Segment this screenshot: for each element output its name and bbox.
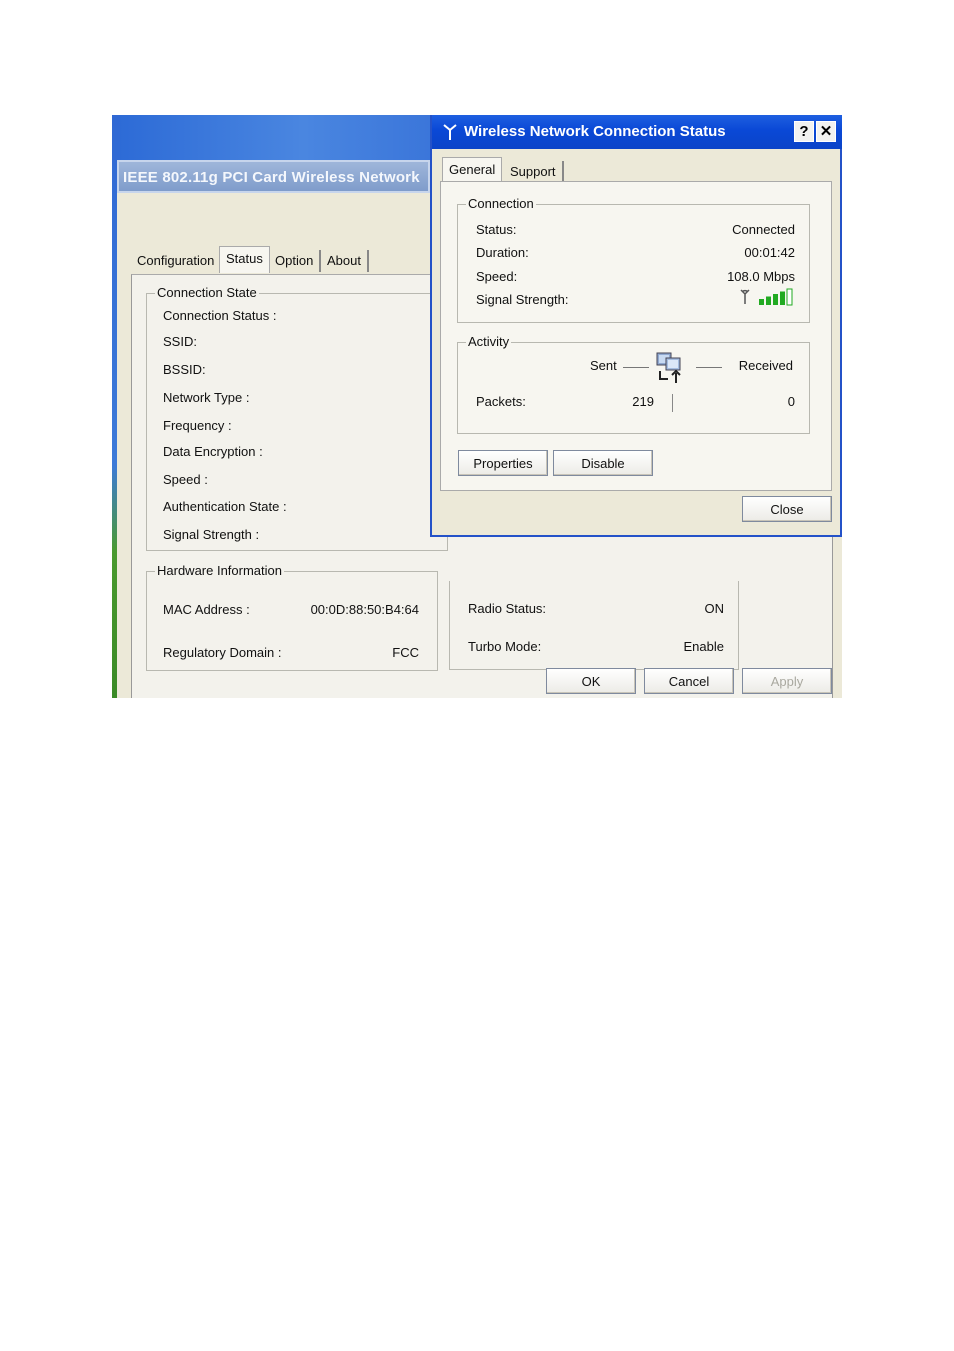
tab-option[interactable]: Option xyxy=(269,250,322,272)
regulatory-domain-label: Regulatory Domain : xyxy=(163,645,282,660)
hardware-info-legend: Hardware Information xyxy=(155,563,284,578)
signal-bar xyxy=(759,299,764,305)
tab-status[interactable]: Status xyxy=(219,246,270,273)
dialog-title: Wireless Network Connection Status xyxy=(464,123,726,140)
antenna-glyph xyxy=(740,289,750,304)
speed-label: Speed: xyxy=(476,269,518,284)
duration-label: Duration: xyxy=(476,245,529,260)
signal-strength-icon xyxy=(739,288,795,309)
disable-button[interactable]: Disable xyxy=(553,450,653,476)
properties-button[interactable]: Properties xyxy=(458,450,548,476)
row-frequency: Frequency : xyxy=(163,418,232,433)
row-connection-status: Connection Status : xyxy=(163,308,277,323)
connection-group: Connection Status: Connected Duration: 0… xyxy=(457,196,810,323)
close-button[interactable]: Close xyxy=(742,496,832,522)
received-line xyxy=(696,367,722,368)
general-tab-panel: Connection Status: Connected Duration: 0… xyxy=(440,181,832,491)
dialog-title-bar[interactable]: Wireless Network Connection Status ? ✕ xyxy=(432,115,842,149)
connection-status-dialog: Wireless Network Connection Status ? ✕ G… xyxy=(430,115,842,537)
radio-status-label: Radio Status: xyxy=(468,601,547,616)
utility-title-bar[interactable]: IEEE 802.11g PCI Card Wireless Network xyxy=(117,160,430,193)
cancel-button[interactable]: Cancel xyxy=(644,668,734,694)
signal-bar xyxy=(780,291,785,305)
status-value: Connected xyxy=(732,222,795,237)
tab-about[interactable]: About xyxy=(321,250,369,272)
row-bssid: BSSID: xyxy=(163,362,206,377)
signal-strength-label: Signal Strength: xyxy=(476,292,569,307)
screenshot-area: IEEE 802.11g PCI Card Wireless Network C… xyxy=(112,115,842,698)
packets-divider xyxy=(672,394,673,412)
connection-legend: Connection xyxy=(466,196,536,211)
antenna-icon xyxy=(442,123,458,144)
activity-group: Activity Sent Received Packets: 219 0 xyxy=(457,334,810,434)
sent-label: Sent xyxy=(590,358,617,373)
tab-configuration[interactable]: Configuration xyxy=(131,250,223,272)
utility-title: IEEE 802.11g PCI Card Wireless Network xyxy=(123,169,420,186)
help-button[interactable]: ? xyxy=(794,121,814,142)
row-ssid: SSID: xyxy=(163,334,197,349)
tab-support[interactable]: Support xyxy=(504,161,564,183)
tab-general[interactable]: General xyxy=(442,157,503,184)
connection-state-legend: Connection State xyxy=(155,285,259,300)
speed-value: 108.0 Mbps xyxy=(727,269,795,284)
row-signal-strength: Signal Strength : xyxy=(163,527,260,542)
signal-bar xyxy=(766,296,771,305)
turbo-mode-value: Enable xyxy=(683,639,724,654)
hardware-info-group: Hardware Information MAC Address : 00:0D… xyxy=(146,563,438,671)
packets-sent-value: 219 xyxy=(632,394,654,409)
mac-address-label: MAC Address : xyxy=(163,602,250,617)
turbo-mode-label: Turbo Mode: xyxy=(468,639,542,654)
duration-value: 00:01:42 xyxy=(744,245,795,260)
mac-address-value: 00:0D:88:50:B4:64 xyxy=(310,602,419,617)
utility-tabs: Configuration Status Option About xyxy=(131,246,461,274)
apply-button[interactable]: Apply xyxy=(742,668,832,694)
desktop-background xyxy=(112,115,430,160)
status-label: Status: xyxy=(476,222,517,237)
radio-info-group: Radio Status: ON Turbo Mode: Enable xyxy=(449,581,739,670)
row-authentication-state: Authentication State : xyxy=(163,499,287,514)
signal-bar xyxy=(786,288,793,306)
row-data-encryption: Data Encryption : xyxy=(163,444,263,459)
packets-received-value: 0 xyxy=(787,394,795,409)
row-network-type: Network Type : xyxy=(163,390,250,405)
activity-legend: Activity xyxy=(466,334,512,349)
row-speed: Speed : xyxy=(163,472,208,487)
network-computers-icon xyxy=(654,349,690,388)
radio-status-value: ON xyxy=(704,601,725,616)
connection-state-group: Connection State Connection Status : SSI… xyxy=(146,285,448,551)
regulatory-domain-value: FCC xyxy=(392,645,419,660)
ok-button[interactable]: OK xyxy=(546,668,636,694)
close-x-button[interactable]: ✕ xyxy=(816,121,836,142)
signal-bar xyxy=(773,294,778,305)
received-label: Received xyxy=(738,358,793,373)
sent-line xyxy=(623,367,649,368)
packets-label: Packets: xyxy=(476,394,526,409)
